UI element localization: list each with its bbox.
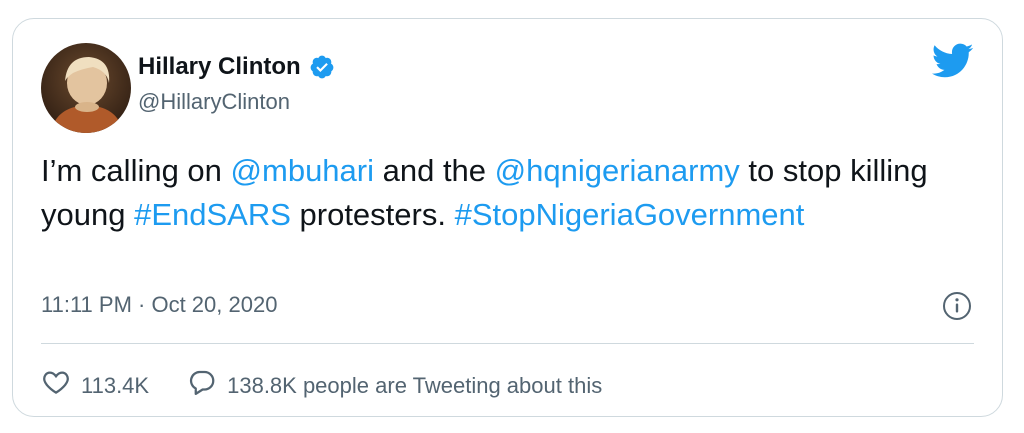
tweeting-about-button[interactable]: 138.8K people are Tweeting about this xyxy=(187,367,602,404)
speech-bubble-icon xyxy=(187,367,217,404)
tweet-timestamp[interactable]: 11:11 PM · Oct 20, 2020 xyxy=(41,291,277,319)
tweet-text-segment: protesters. xyxy=(290,197,455,232)
mention-link[interactable]: @hqnigerianarmy xyxy=(495,153,740,188)
avatar[interactable] xyxy=(41,43,131,133)
author-display-name[interactable]: Hillary Clinton xyxy=(138,53,301,81)
like-button[interactable]: 113.4K xyxy=(41,367,149,404)
hashtag-link[interactable]: #StopNigeriaGovernment xyxy=(455,197,805,232)
twitter-bird-icon[interactable] xyxy=(931,43,974,79)
hashtag-link[interactable]: #EndSARS xyxy=(134,197,291,232)
heart-icon xyxy=(41,367,71,404)
author-name-row: Hillary Clinton xyxy=(138,53,335,81)
tweet-text-segment: and the xyxy=(374,153,495,188)
info-icon[interactable] xyxy=(942,291,972,321)
mention-link[interactable]: @mbuhari xyxy=(231,153,374,188)
author-handle[interactable]: @HillaryClinton xyxy=(138,89,290,115)
tweet-actions: 113.4K 138.8K people are Tweeting about … xyxy=(41,367,640,404)
tweet-text-segment: I’m calling on xyxy=(41,153,231,188)
tweeting-about-text: 138.8K people are Tweeting about this xyxy=(227,372,603,398)
verified-badge-icon xyxy=(309,54,335,80)
tweet-text: I’m calling on @mbuhari and the @hqniger… xyxy=(41,149,971,237)
divider xyxy=(41,343,974,344)
like-count: 113.4K xyxy=(81,372,150,398)
tweet-card[interactable]: Hillary Clinton @HillaryClinton I’m call… xyxy=(12,18,1003,417)
